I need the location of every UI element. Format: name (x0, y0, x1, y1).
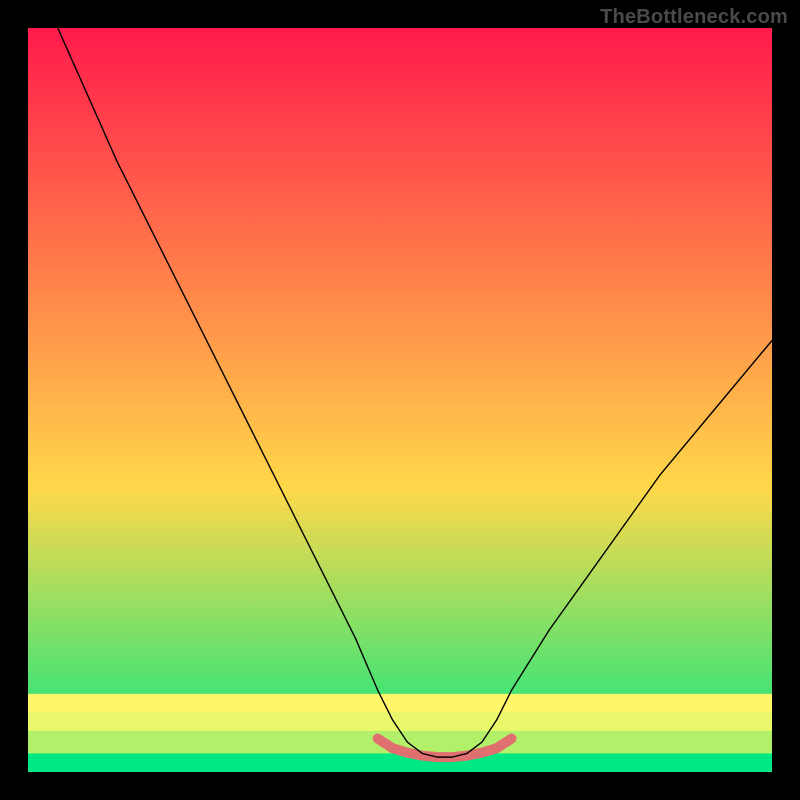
gradient-background (28, 28, 772, 772)
plot-area (28, 28, 772, 772)
color-band (28, 712, 772, 731)
color-band (28, 694, 772, 713)
chart-outer-frame: TheBottleneck.com (0, 0, 800, 800)
color-band (28, 753, 772, 772)
watermark-text: TheBottleneck.com (600, 6, 788, 29)
chart-svg (28, 28, 772, 772)
bottom-color-bands (28, 694, 772, 772)
